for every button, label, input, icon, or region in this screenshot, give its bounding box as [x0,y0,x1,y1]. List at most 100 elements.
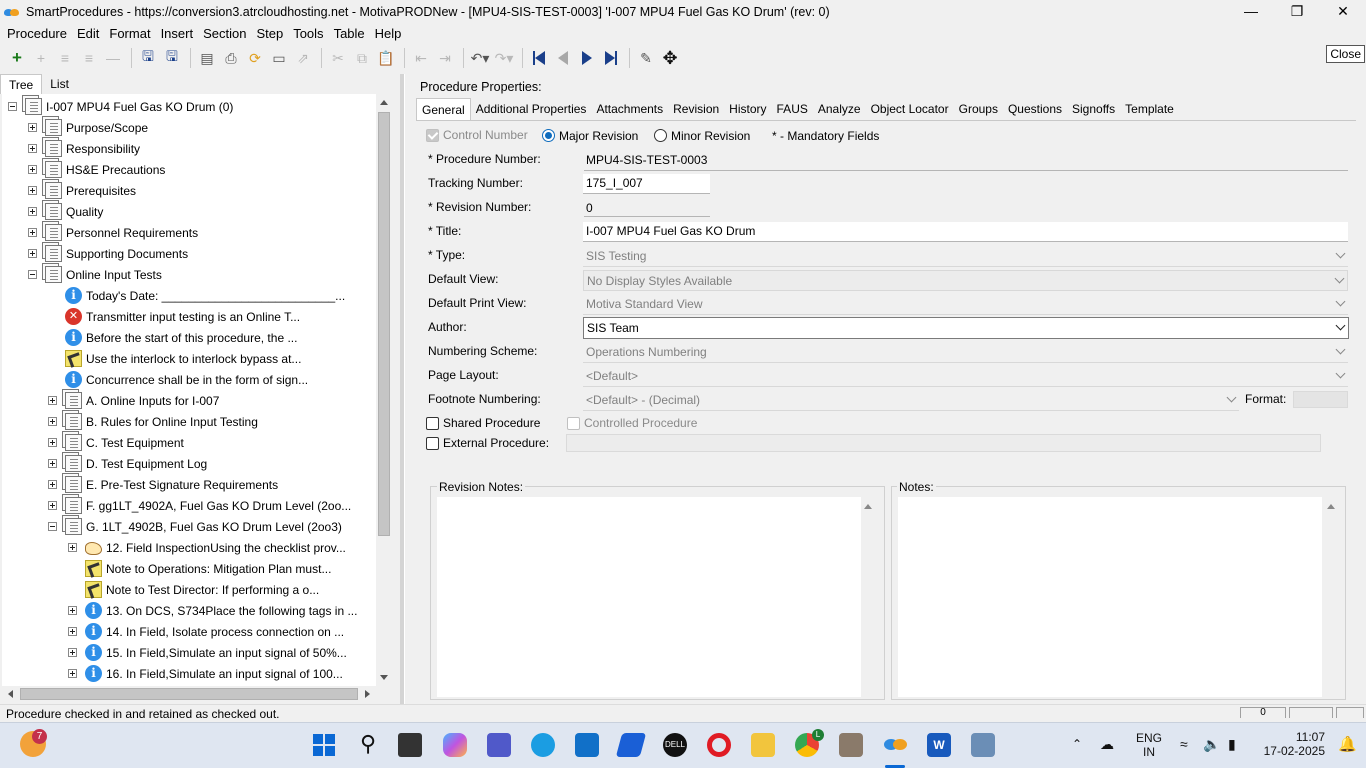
tab-revision[interactable]: Revision [668,98,724,120]
paste-icon[interactable]: 📋 [375,47,397,69]
wifi-icon[interactable]: ≈ [1180,736,1188,752]
collapse-icon[interactable] [28,270,37,279]
notification-bell-icon[interactable]: 🔔 [1338,735,1357,753]
spellcheck-icon[interactable]: ✎ [635,47,657,69]
scroll-right-arrow-icon[interactable] [365,690,370,698]
default-view-select[interactable]: No Display Styles Available [583,270,1348,291]
save-all-icon[interactable]: 🖫 [137,47,159,69]
expand-icon[interactable] [48,501,57,510]
scroll-thumb[interactable] [378,112,390,536]
tree-node[interactable]: i 15. In Field,Simulate an input signal o… [68,642,347,663]
tree-node[interactable]: i Before the start of this procedure, the… [48,327,297,348]
store-icon[interactable] [575,733,599,757]
expand-icon[interactable] [28,165,37,174]
volume-icon[interactable]: 🔈 [1203,736,1220,753]
default-print-view-select[interactable]: Motiva Standard View [583,294,1348,315]
title-input[interactable]: I-007 MPU4 Fuel Gas KO Drum [583,222,1348,242]
minimize-button[interactable]: — [1228,0,1274,23]
collapse-icon[interactable] [8,102,17,111]
copilot-icon[interactable] [443,733,467,757]
menu-help[interactable]: Help [370,26,407,41]
remote-app-icon[interactable] [839,733,863,757]
expand-icon[interactable] [28,144,37,153]
tab-additional-properties[interactable]: Additional Properties [471,98,592,120]
tab-history[interactable]: History [724,98,771,120]
footnote-numbering-select[interactable]: <Default> - (Decimal) [583,390,1239,411]
expand-icon[interactable] [68,627,77,636]
menu-edit[interactable]: Edit [72,26,104,41]
tree-node[interactable]: Note to Operations: Mitigation Plan must… [68,558,331,579]
close-window-button[interactable]: ✕ [1320,0,1366,23]
tab-list[interactable]: List [42,74,77,94]
tree-node[interactable]: i 14. In Field, Isolate process connectio… [68,621,344,642]
expand-icon[interactable] [48,396,57,405]
task-view-icon[interactable] [398,733,422,757]
save-icon[interactable]: 🖫 [161,47,183,69]
last-record-icon[interactable] [600,47,622,69]
tree-node[interactable]: D. Test Equipment Log [48,453,207,474]
maximize-button[interactable]: ❐ [1274,0,1320,23]
tree-node[interactable]: Purpose/Scope [28,117,148,138]
tracking-number-input[interactable]: 175_I_007 [583,174,710,194]
revision-notes-scroll-up-icon[interactable] [864,504,872,509]
scroll-down-arrow-icon[interactable] [380,675,388,680]
tree-node[interactable]: HS&E Precautions [28,159,165,180]
expand-icon[interactable] [28,249,37,258]
tree-node[interactable]: G. 1LT_4902B, Fuel Gas KO Drum Level (2o… [48,516,342,537]
scroll-left-arrow-icon[interactable] [8,690,13,698]
expand-icon[interactable] [48,438,57,447]
menu-step[interactable]: Step [251,26,288,41]
checkin-icon[interactable]: ▤ [196,47,218,69]
previous-record-icon[interactable] [552,47,574,69]
menu-insert[interactable]: Insert [156,26,199,41]
menu-section[interactable]: Section [198,26,251,41]
menu-format[interactable]: Format [104,26,155,41]
tree-node[interactable]: A. Online Inputs for I-007 [48,390,219,411]
hscroll-thumb[interactable] [20,688,358,700]
major-revision-radio[interactable] [542,129,555,142]
tab-questions[interactable]: Questions [1003,98,1067,120]
teams-icon[interactable] [487,733,511,757]
undo-icon[interactable]: ↶▾ [469,47,491,69]
tree-node[interactable]: Personnel Requirements [28,222,198,243]
controlled-procedure-checkbox[interactable] [567,417,580,430]
control-number-checkbox[interactable] [426,129,439,142]
tree-node[interactable]: C. Test Equipment [48,432,184,453]
tree-node[interactable]: Supporting Documents [28,243,188,264]
expand-icon[interactable] [68,648,77,657]
tree-node[interactable]: 12. Field InspectionUsing the checklist … [68,537,346,558]
indent-icon[interactable]: ⇥ [434,47,456,69]
tree-node[interactable]: Prerequisites [28,180,136,201]
tree-node[interactable]: Online Input Tests [28,264,162,285]
copy-icon[interactable]: ⧉ [351,47,373,69]
expand-icon[interactable] [48,459,57,468]
outdent-icon[interactable]: ⇤ [410,47,432,69]
dell-icon[interactable]: DELL [663,733,687,757]
tree-node[interactable]: Note to Test Director: If performing a o… [68,579,319,600]
redo-icon[interactable]: ↷▾ [493,47,515,69]
tree-node[interactable]: Responsibility [28,138,140,159]
expand-icon[interactable] [28,186,37,195]
refresh-icon[interactable]: ⟳ [244,47,266,69]
window-icon[interactable]: ▭ [268,47,290,69]
tree-node[interactable]: ✕ Transmitter input testing is an Online … [48,306,300,327]
tree-node[interactable]: i 13. On DCS, S734Place the following tag… [68,600,357,621]
tab-faus[interactable]: FAUS [772,98,813,120]
tab-tree[interactable]: Tree [0,74,43,94]
notes-scroll-up-icon[interactable] [1327,504,1335,509]
procedure-tree[interactable]: I-007 MPU4 Fuel Gas KO Drum (0) Purpose/S… [2,94,376,686]
external-procedure-input[interactable] [566,434,1321,452]
tree-node[interactable]: F. gg1LT_4902A, Fuel Gas KO Drum Level (… [48,495,351,516]
notes-textarea[interactable] [898,497,1322,697]
add-icon[interactable]: + [6,47,28,69]
tab-general[interactable]: General [416,98,471,120]
export-icon[interactable]: ⇗ [292,47,314,69]
tree-node[interactable]: B. Rules for Online Input Testing [48,411,258,432]
power-automate-icon[interactable] [615,733,647,757]
tree-vertical-scrollbar[interactable] [376,94,392,686]
expand-icon[interactable] [28,207,37,216]
cut-icon[interactable]: ✂ [327,47,349,69]
format-input[interactable] [1293,391,1348,408]
collapse-icon[interactable] [48,522,57,531]
edge-icon[interactable] [531,733,555,757]
